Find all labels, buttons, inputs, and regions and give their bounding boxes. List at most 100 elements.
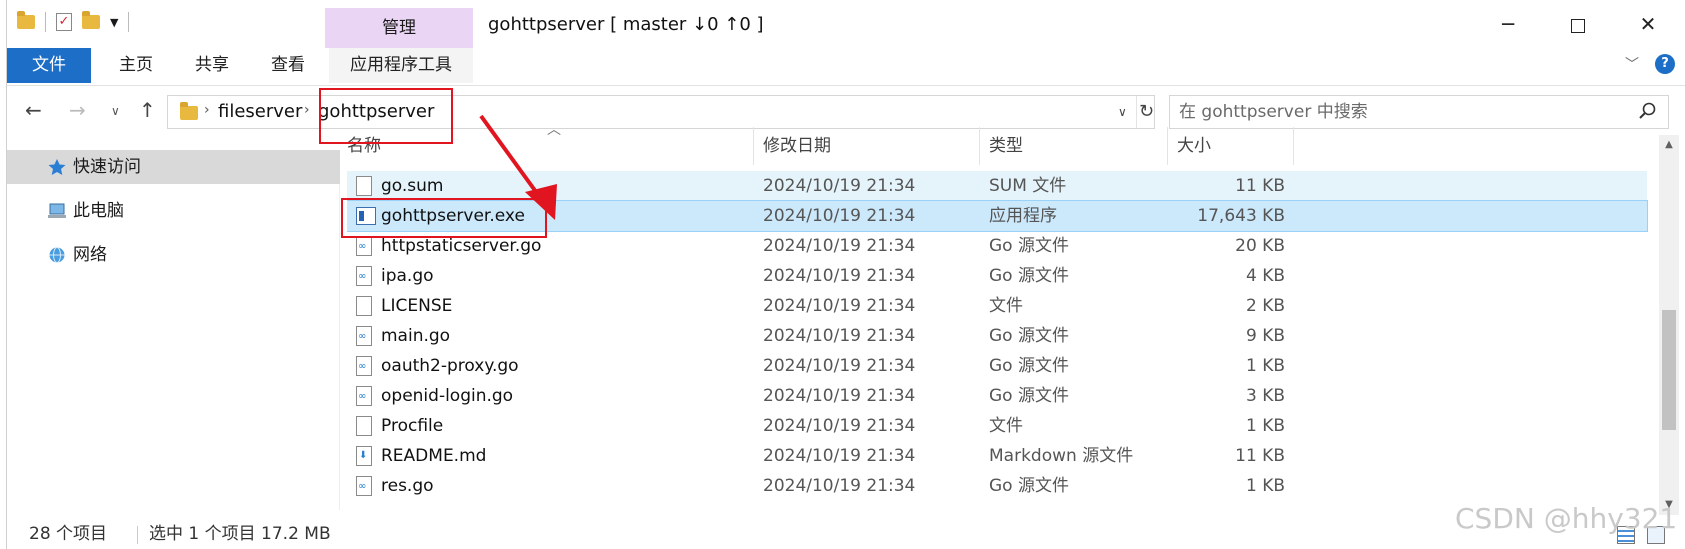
vertical-scrollbar[interactable]: ▲ ▼ [1659,135,1679,515]
search-icon[interactable] [1638,101,1658,121]
expand-ribbon-icon[interactable]: ﹀ [1625,54,1639,74]
file-size: 9 KB [1245,326,1285,346]
file-type: SUM 文件 [989,176,1067,196]
search-box[interactable] [1169,95,1669,129]
ribbon-tabs: 文件 主页 共享 查看 应用程序工具 ﹀ ? [7,48,1685,86]
go-file-icon [356,326,372,346]
network-icon [49,247,65,263]
file-icon [356,176,372,196]
computer-icon [48,203,66,218]
column-divider[interactable] [753,127,754,165]
column-divider[interactable] [1167,127,1168,165]
file-type: Go 源文件 [989,356,1069,376]
file-size: 2 KB [1245,296,1285,316]
up-arrow-icon[interactable]: ↑ [139,98,156,122]
scrollbar-thumb[interactable] [1662,310,1676,430]
file-date: 2024/10/19 21:34 [763,236,916,256]
table-row[interactable]: LICENSE 2024/10/19 21:34 文件 2 KB [347,291,1647,321]
back-arrow-icon[interactable]: ← [25,98,42,122]
file-date: 2024/10/19 21:34 [763,386,916,406]
scroll-up-icon[interactable]: ▲ [1659,135,1679,155]
chevron-right-icon[interactable]: › [204,102,210,118]
recent-locations-icon[interactable]: ∨ [111,104,120,118]
file-name: Procfile [381,416,444,436]
chevron-down-icon[interactable]: ∨ [1118,105,1127,119]
annotation-highlight-box [319,88,453,144]
customize-toolbar-icon[interactable]: ▼ [110,16,118,29]
folder-icon [180,102,198,120]
markdown-file-icon [356,446,372,466]
column-divider[interactable] [1293,127,1294,165]
column-divider[interactable] [979,127,980,165]
column-header-size[interactable]: 大小 [1177,127,1211,165]
item-count: 28 个项目 [29,524,108,544]
file-name: res.go [381,476,434,496]
file-size: 1 KB [1245,416,1285,436]
annotation-arrow [479,114,557,220]
table-row[interactable]: Procfile 2024/10/19 21:34 文件 1 KB [347,411,1647,441]
column-header-date[interactable]: 修改日期 [763,127,831,165]
help-icon[interactable]: ? [1655,54,1675,74]
toolbar-divider [45,12,46,32]
file-name: main.go [381,326,451,346]
file-icon [356,296,372,316]
file-size: 3 KB [1245,386,1285,406]
sidebar-item-this-pc[interactable]: 此电脑 [7,194,340,228]
chevron-right-icon[interactable]: › [304,102,310,118]
address-bar[interactable]: › fileserver › gohttpserver ∨ ↻ [167,95,1155,129]
table-row[interactable]: main.go 2024/10/19 21:34 Go 源文件 9 KB [347,321,1647,351]
file-date: 2024/10/19 21:34 [763,476,916,496]
table-row[interactable]: res.go 2024/10/19 21:34 Go 源文件 1 KB [347,471,1647,501]
go-file-icon [356,476,372,496]
file-name: openid-login.go [381,386,514,406]
file-name: LICENSE [381,296,453,316]
file-name: README.md [381,446,487,466]
status-divider [137,526,138,544]
file-date: 2024/10/19 21:34 [763,206,916,226]
properties-icon[interactable]: ✓ [56,13,72,31]
forward-arrow-icon[interactable]: → [69,98,86,122]
file-name: oauth2-proxy.go [381,356,519,376]
file-date: 2024/10/19 21:34 [763,326,916,346]
manage-context-tab[interactable]: 管理 [325,8,473,48]
file-date: 2024/10/19 21:34 [763,416,916,436]
file-type: Go 源文件 [989,476,1069,496]
file-type: Go 源文件 [989,266,1069,286]
sidebar-item-quick-access[interactable]: 快速访问 [7,150,340,184]
sidebar-item-network[interactable]: 网络 [7,238,340,272]
tab-view[interactable]: 查看 [255,48,321,83]
file-type: 应用程序 [989,206,1057,226]
go-file-icon [356,386,372,406]
file-size: 4 KB [1245,266,1285,286]
file-size: 11 KB [1235,176,1285,196]
toolbar-divider [128,12,130,32]
new-folder-icon[interactable] [82,11,100,29]
refresh-icon[interactable]: ↻ [1136,96,1156,128]
navigation-pane: 快速访问 此电脑 网络 [7,150,340,510]
file-type: Markdown 源文件 [989,446,1134,466]
file-date: 2024/10/19 21:34 [763,296,916,316]
tab-share[interactable]: 共享 [179,48,245,83]
maximize-icon [1571,18,1585,33]
file-size: 1 KB [1245,476,1285,496]
minimize-button[interactable]: ─ [1485,6,1531,42]
file-type: Go 源文件 [989,386,1069,406]
watermark: CSDN @hhy321 [1455,502,1678,535]
table-row[interactable]: README.md 2024/10/19 21:34 Markdown 源文件 … [347,441,1647,471]
search-input[interactable] [1170,96,1630,128]
tab-home[interactable]: 主页 [103,48,169,83]
star-icon [48,159,66,175]
table-row[interactable]: ipa.go 2024/10/19 21:34 Go 源文件 4 KB [347,261,1647,291]
file-name: go.sum [381,176,444,196]
table-row[interactable]: oauth2-proxy.go 2024/10/19 21:34 Go 源文件 … [347,351,1647,381]
go-file-icon [356,266,372,286]
breadcrumb-fileserver[interactable]: fileserver [218,101,302,122]
tab-application-tools[interactable]: 应用程序工具 [329,48,473,83]
explorer-window: ✓ ▼ 管理 gohttpserver [ master ↓0 ↑0 ] ─ ✕… [6,0,1685,549]
tab-file[interactable]: 文件 [7,48,91,83]
maximize-button[interactable] [1555,6,1601,42]
column-header-type[interactable]: 类型 [989,127,1023,165]
close-button[interactable]: ✕ [1625,6,1671,42]
table-row[interactable]: openid-login.go 2024/10/19 21:34 Go 源文件 … [347,381,1647,411]
sidebar-item-label: 网络 [73,245,107,265]
